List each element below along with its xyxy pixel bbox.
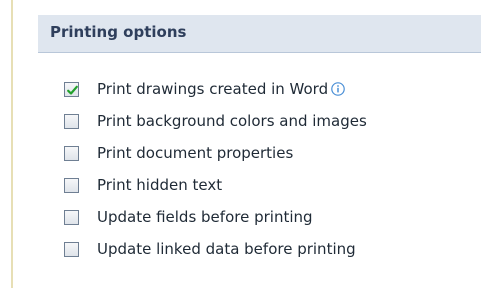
print-drawings-label: Print drawings created in Word (97, 79, 329, 98)
print-background-checkbox[interactable] (64, 113, 79, 129)
option-update-fields[interactable]: Update fields before printing (64, 201, 367, 233)
printing-options-panel: Printing options Print drawings created … (0, 0, 481, 288)
option-print-hidden-text[interactable]: Print hidden text (64, 169, 367, 201)
option-print-background[interactable]: Print background colors and images (64, 105, 367, 137)
print-properties-checkbox[interactable] (64, 145, 79, 161)
print-hidden-text-checkbox[interactable] (64, 177, 79, 193)
options-list: Print drawings created in Word Print bac… (64, 73, 367, 265)
section-header: Printing options (38, 15, 481, 53)
option-print-drawings[interactable]: Print drawings created in Word (64, 73, 367, 105)
update-fields-checkbox[interactable] (64, 209, 79, 225)
checkmark-icon (67, 85, 78, 95)
section-title: Printing options (50, 23, 187, 41)
print-background-label: Print background colors and images (97, 111, 367, 130)
print-hidden-text-label: Print hidden text (97, 175, 223, 194)
option-print-properties[interactable]: Print document properties (64, 137, 367, 169)
update-linked-data-checkbox[interactable] (64, 241, 79, 257)
info-icon[interactable] (331, 82, 345, 96)
update-fields-label: Update fields before printing (97, 207, 313, 226)
panel-divider (11, 0, 13, 288)
print-drawings-checkbox[interactable] (64, 81, 79, 97)
option-update-linked-data[interactable]: Update linked data before printing (64, 233, 367, 265)
update-linked-data-label: Update linked data before printing (97, 239, 356, 258)
print-properties-label: Print document properties (97, 143, 294, 162)
